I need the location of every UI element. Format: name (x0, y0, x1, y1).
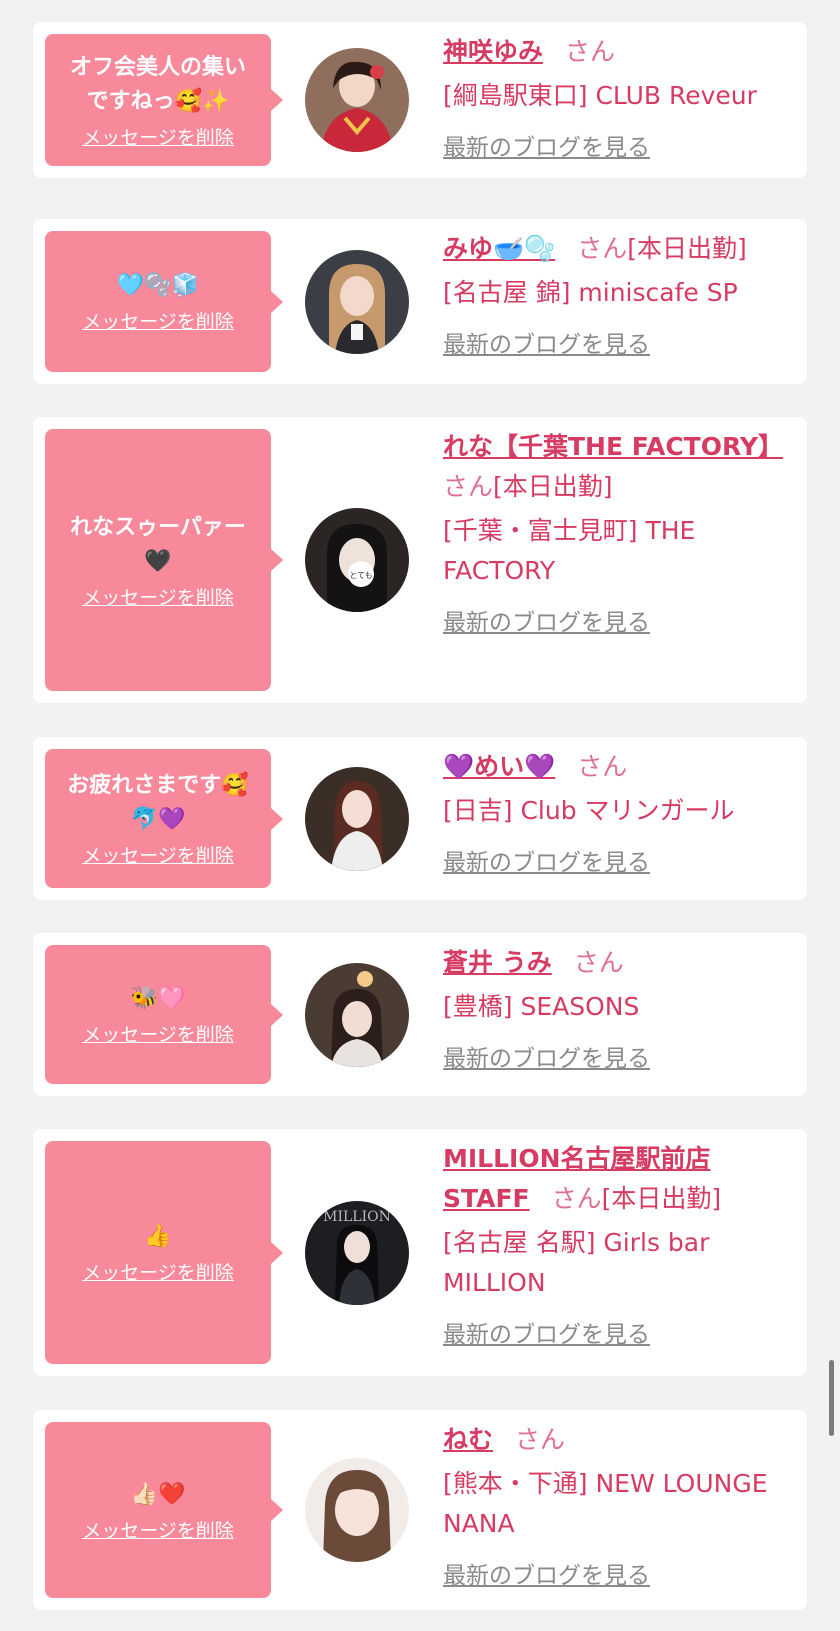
shop-label: [豊橋] SEASONS (443, 992, 640, 1021)
shop-label: [綱島駅東口] CLUB Reveur (443, 81, 757, 110)
message-bubble: 👍🏻❤️ メッセージを削除 (45, 1422, 283, 1598)
name-line: MILLION名古屋駅前店STAFF さん[本日出勤] (443, 1139, 795, 1219)
shop-label: [千葉・富士見町] THE FACTORY (443, 516, 696, 585)
message-text: お疲れさまです🥰 🐬💜 (67, 773, 249, 832)
avatar-photo-icon: MILLION (305, 1200, 409, 1305)
name-line: 蒼井 うみ さん (443, 943, 795, 983)
delete-message-link[interactable]: メッセージを削除 (82, 307, 234, 334)
name-line: れな【千葉THE FACTORY】さん[本日出勤] (443, 427, 795, 507)
message-card: 👍 メッセージを削除 MILLION MILLION名古屋駅前店STAFF さん[… (33, 1129, 807, 1376)
cast-name-link[interactable]: ねむ (443, 1425, 493, 1454)
san-suffix: さん (565, 37, 616, 66)
san-suffix: さん (551, 1184, 602, 1213)
latest-blog-link[interactable]: 最新のブログを見る (443, 1558, 650, 1594)
latest-blog-link[interactable]: 最新のブログを見る (443, 1317, 650, 1353)
message-bubble: 👍 メッセージを削除 (45, 1141, 283, 1364)
avatar-photo-icon (305, 766, 409, 871)
cast-avatar[interactable] (305, 48, 409, 152)
avatar-photo-icon: とても (305, 508, 409, 612)
shop-label: [名古屋 錦] miniscafe SP (443, 278, 738, 307)
cast-avatar[interactable] (305, 249, 409, 354)
avatar-photo-icon (305, 48, 409, 152)
message-text: れなスゥーパァー 🖤 (70, 514, 246, 574)
delete-message-link[interactable]: メッセージを削除 (82, 1516, 234, 1543)
message-bubble: オフ会美人の集い ですねっ🥰✨ メッセージを削除 (45, 34, 283, 166)
cast-name-link[interactable]: れな【千葉THE FACTORY】 (443, 432, 783, 461)
name-line: ねむ さん (443, 1420, 795, 1460)
avatar-photo-icon (305, 249, 409, 354)
latest-blog-link[interactable]: 最新のブログを見る (443, 1041, 650, 1077)
name-line: みゆ🥣🫧 さん[本日出勤] (443, 229, 795, 269)
avatar-photo-icon (305, 962, 409, 1067)
svg-text:MILLION: MILLION (323, 1209, 391, 1225)
scrollbar-thumb[interactable] (829, 1360, 834, 1436)
working-today-badge: [本日出勤] (493, 472, 613, 501)
latest-blog-link[interactable]: 最新のブログを見る (443, 327, 650, 363)
cast-name-link[interactable]: 神咲ゆみ (443, 37, 543, 66)
cast-info: 神咲ゆみ さん [綱島駅東口] CLUB Reveur 最新のブログを見る (443, 32, 795, 166)
cast-avatar[interactable]: MILLION (305, 1200, 409, 1305)
message-card: 🩵🫧🧊 メッセージを削除 みゆ🥣🫧 さん[本日出勤] [名古屋 錦] minisc… (33, 219, 807, 384)
shop-label: [名古屋 名駅] Girls bar MILLION (443, 1228, 710, 1297)
message-text: 🩵🫧🧊 (116, 273, 200, 298)
cast-info: 蒼井 うみ さん [豊橋] SEASONS 最新のブログを見る (443, 943, 795, 1077)
message-card: れなスゥーパァー 🖤 メッセージを削除 とても れな【千葉THE FACTORY… (33, 417, 807, 703)
cast-name-link[interactable]: 蒼井 うみ (443, 948, 552, 977)
san-suffix: さん (515, 1425, 566, 1454)
message-bubble: お疲れさまです🥰 🐬💜 メッセージを削除 (45, 749, 283, 888)
avatar-photo-icon (305, 1458, 409, 1562)
cast-avatar[interactable]: とても (305, 508, 409, 612)
san-suffix: さん (577, 234, 628, 263)
cast-avatar[interactable] (305, 766, 409, 871)
message-text: 👍 (144, 1224, 172, 1249)
cast-info: 💜めい💜 さん [日吉] Club マリンガール 最新のブログを見る (443, 747, 795, 881)
cast-info: ねむ さん [熊本・下通] NEW LOUNGE NANA 最新のブログを見る (443, 1420, 795, 1594)
working-today-badge: [本日出勤] (627, 234, 747, 263)
message-text: 👍🏻❤️ (130, 1481, 186, 1507)
cast-avatar[interactable] (305, 962, 409, 1067)
cast-info: れな【千葉THE FACTORY】さん[本日出勤] [千葉・富士見町] THE … (443, 427, 795, 641)
message-card: 🐝🩷 メッセージを削除 蒼井 うみ さん [豊橋] SEASONS 最新のブログを… (33, 933, 807, 1096)
san-suffix: さん (577, 752, 628, 781)
name-line: 💜めい💜 さん (443, 747, 795, 787)
name-line: 神咲ゆみ さん (443, 32, 795, 72)
cast-info: みゆ🥣🫧 さん[本日出勤] [名古屋 錦] miniscafe SP 最新のブログ… (443, 229, 795, 363)
delete-message-link[interactable]: メッセージを削除 (82, 841, 234, 868)
delete-message-link[interactable]: メッセージを削除 (82, 123, 234, 150)
message-text: オフ会美人の集い ですねっ🥰✨ (69, 54, 246, 114)
san-suffix: さん (573, 948, 624, 977)
message-card: 👍🏻❤️ メッセージを削除 ねむ さん [熊本・下通] NEW LOUNGE NA… (33, 1410, 807, 1610)
cast-avatar[interactable] (305, 1458, 409, 1562)
shop-label: [熊本・下通] NEW LOUNGE NANA (443, 1469, 768, 1538)
message-text: 🐝🩷 (130, 986, 186, 1011)
latest-blog-link[interactable]: 最新のブログを見る (443, 605, 650, 641)
delete-message-link[interactable]: メッセージを削除 (82, 583, 234, 610)
message-card: お疲れさまです🥰 🐬💜 メッセージを削除 💜めい💜 さん [日吉] Club マリ… (33, 737, 807, 900)
cast-info: MILLION名古屋駅前店STAFF さん[本日出勤] [名古屋 名駅] Girl… (443, 1139, 795, 1353)
san-suffix: さん (443, 472, 494, 501)
message-bubble: 🐝🩷 メッセージを削除 (45, 945, 283, 1084)
latest-blog-link[interactable]: 最新のブログを見る (443, 845, 650, 881)
delete-message-link[interactable]: メッセージを削除 (82, 1020, 234, 1047)
message-bubble: 🩵🫧🧊 メッセージを削除 (45, 231, 283, 372)
delete-message-link[interactable]: メッセージを削除 (82, 1258, 234, 1285)
shop-label: [日吉] Club マリンガール (443, 796, 735, 825)
working-today-badge: [本日出勤] (601, 1184, 722, 1213)
cast-name-link[interactable]: 💜めい💜 (443, 752, 555, 781)
cast-name-link[interactable]: みゆ🥣🫧 (443, 234, 555, 263)
latest-blog-link[interactable]: 最新のブログを見る (443, 130, 650, 166)
message-card: オフ会美人の集い ですねっ🥰✨ メッセージを削除 神咲ゆみ さん [綱島駅東口] … (33, 22, 807, 178)
svg-text:とても: とても (349, 571, 372, 580)
message-bubble: れなスゥーパァー 🖤 メッセージを削除 (45, 429, 283, 691)
